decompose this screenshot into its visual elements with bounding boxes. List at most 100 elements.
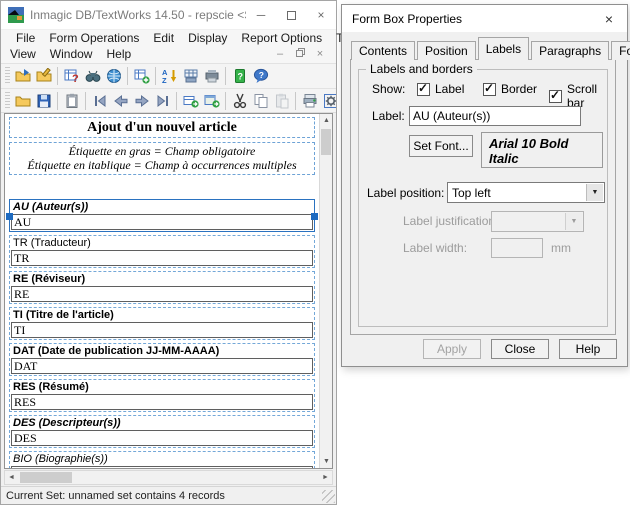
menu-window[interactable]: Window [43,46,100,62]
sort-icon[interactable]: AZ [159,66,180,86]
prev-record-icon[interactable] [110,91,131,111]
scroll-down-icon[interactable]: ▼ [320,455,333,468]
scroll-up-icon[interactable]: ▲ [320,114,333,127]
print-options-icon[interactable] [320,91,336,111]
dialog-title: Form Box Properties [352,12,591,26]
form-instructions-box[interactable]: Étiquette en gras = Champ obligatoire Ét… [9,142,315,175]
menu-display[interactable]: Display [181,30,234,46]
instruction-line: Étiquette en itablique = Champ à occurre… [10,158,314,172]
show-border-option[interactable]: Border [483,82,537,96]
summarize-icon[interactable] [201,66,222,86]
chevron-down-icon[interactable]: ▼ [586,184,603,201]
label-row: Label: [359,106,607,126]
show-label-option[interactable]: Label [417,82,464,96]
field-edit-box[interactable]: BIO [11,466,313,468]
field-box-res[interactable]: RES (Résumé) RES [9,379,315,412]
tab-contents[interactable]: Contents [351,41,415,60]
border-checkbox[interactable] [483,83,496,96]
field-edit-box[interactable]: TR [11,250,313,266]
horizontal-scroll-thumb[interactable] [20,472,72,483]
help-bubble-icon[interactable]: ? [250,66,271,86]
design-form-icon[interactable] [33,66,54,86]
open-icon[interactable] [12,91,33,111]
label-justification-combo: ▼ [491,211,584,232]
labels-tab-page: Labels and borders Show: Label Border Sc… [350,59,616,335]
scrollbar-checkbox[interactable] [549,90,562,103]
tab-paragraphs[interactable]: Paragraphs [531,41,609,60]
maximize-icon[interactable] [276,1,306,29]
menu-view[interactable]: View [3,46,43,62]
menu-file[interactable]: File [9,30,42,46]
vertical-scroll-thumb[interactable] [321,129,331,155]
display-record-icon[interactable] [201,91,222,111]
cut-icon[interactable] [229,91,250,111]
selection-handle-right[interactable] [311,213,318,220]
print-icon[interactable] [299,91,320,111]
field-box-re[interactable]: RE (Réviseur) RE [9,271,315,304]
field-edit-box[interactable]: DAT [11,358,313,374]
window-title: Inmagic DB/TextWorks 14.50 - repscie <Sh… [30,8,246,22]
web-icon[interactable] [103,66,124,86]
set-font-button[interactable]: Set Font... [409,135,473,157]
new-record-icon[interactable] [131,66,152,86]
menu-help[interactable]: Help [99,46,138,62]
last-record-icon[interactable] [152,91,173,111]
edit-record-icon[interactable] [180,91,201,111]
field-edit-box[interactable]: AU [11,214,313,230]
label-field-label: Label: [372,109,405,123]
field-label: RE (Réviseur) [11,272,313,286]
horizontal-scrollbar[interactable]: ◄ ► [4,470,333,485]
toolbar-grip[interactable] [5,92,10,110]
dialog-close-icon[interactable]: × [591,5,627,32]
close-button[interactable]: Close [491,339,549,359]
menu-form-operations[interactable]: Form Operations [42,30,146,46]
close-icon[interactable]: × [306,1,336,29]
form-title-box[interactable]: Ajout d'un nouvel article [9,117,315,138]
field-box-au[interactable]: AU (Auteur(s)) AU [9,199,315,232]
mdi-minimize-icon[interactable]: – [274,48,286,60]
find-icon[interactable] [82,66,103,86]
checkbox-label: Label [435,82,464,96]
field-edit-box[interactable]: RES [11,394,313,410]
label-checkbox[interactable] [417,83,430,96]
clipboard-icon[interactable] [61,91,82,111]
save-icon[interactable] [33,91,54,111]
label-text-input[interactable] [409,106,581,126]
paste-icon[interactable] [271,91,292,111]
selection-handle-left[interactable] [6,213,13,220]
menu-report-options[interactable]: Report Options [234,30,329,46]
toolbar-grip[interactable] [5,67,10,85]
next-record-icon[interactable] [131,91,152,111]
tab-position[interactable]: Position [417,41,476,60]
field-edit-box[interactable]: TI [11,322,313,338]
help-button[interactable]: Help [559,339,617,359]
report-icon[interactable] [180,66,201,86]
toolbar-separator [295,92,296,110]
scroll-left-icon[interactable]: ◄ [5,471,18,484]
first-record-icon[interactable] [89,91,110,111]
help-book-icon[interactable]: ? [229,66,250,86]
query-screen-icon[interactable]: ? [61,66,82,86]
tab-format[interactable]: Format [611,41,630,60]
label-position-combo[interactable]: Top left ▼ [447,182,605,203]
menu-edit[interactable]: Edit [146,30,181,46]
minimize-icon[interactable]: ─ [246,1,276,29]
form-canvas[interactable]: Ajout d'un nouvel article Étiquette en g… [5,114,319,468]
field-edit-box[interactable]: DES [11,430,313,446]
tab-labels[interactable]: Labels [478,37,529,60]
field-box-ti[interactable]: TI (Titre de l'article) TI [9,307,315,340]
field-box-des[interactable]: DES (Descripteur(s)) DES [9,415,315,448]
field-label: AU (Auteur(s)) [11,200,313,214]
vertical-scrollbar[interactable]: ▲ ▼ [319,114,332,468]
scroll-right-icon[interactable]: ► [319,471,332,484]
resize-grip[interactable] [322,490,335,503]
field-box-bio[interactable]: BIO (Biographie(s)) BIO [9,451,315,468]
open-form-icon[interactable] [12,66,33,86]
mdi-close-icon[interactable]: × [314,48,326,60]
mdi-restore-icon[interactable] [294,48,306,60]
field-box-tr[interactable]: TR (Traducteur) TR [9,235,315,268]
copy-icon[interactable] [250,91,271,111]
field-box-dat[interactable]: DAT (Date de publication JJ-MM-AAAA) DAT [9,343,315,376]
apply-button[interactable]: Apply [423,339,481,359]
field-edit-box[interactable]: RE [11,286,313,302]
